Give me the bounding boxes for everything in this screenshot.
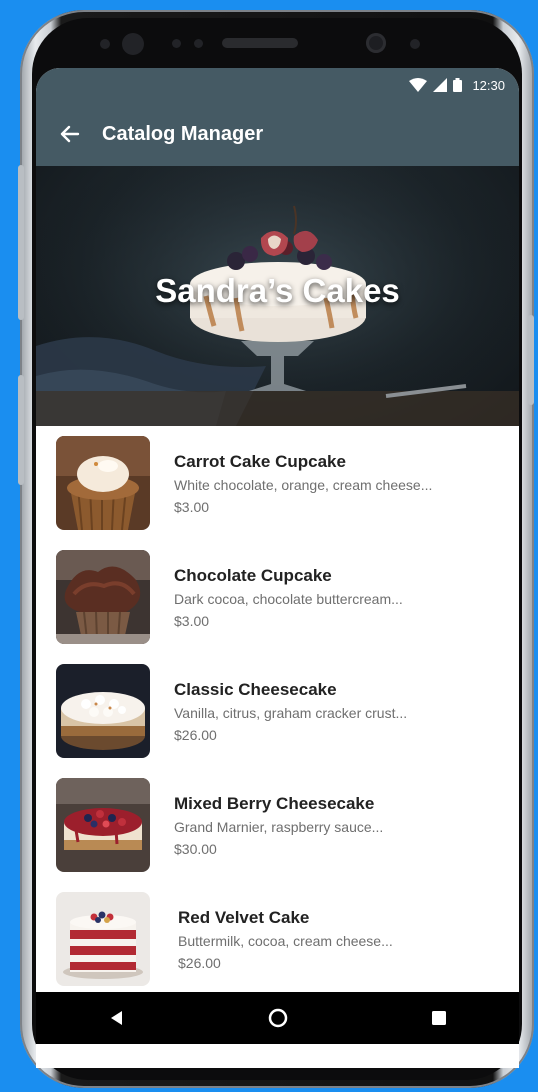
item-name: Chocolate Cupcake xyxy=(174,565,332,585)
item-price: $30.00 xyxy=(174,840,217,857)
sensor xyxy=(100,39,110,49)
signal-icon xyxy=(433,78,448,92)
shop-name: Sandra’s Cakes xyxy=(155,272,400,309)
item-image xyxy=(56,550,150,644)
iris-scanner xyxy=(366,33,386,53)
arrow-back-icon[interactable] xyxy=(58,123,80,145)
front-camera xyxy=(122,33,144,55)
item-description: Vanilla, citrus, graham cracker crust... xyxy=(174,704,408,721)
list-item[interactable]: Red Velvet Cake Buttermilk, cocoa, cream… xyxy=(36,882,519,996)
item-name: Red Velvet Cake xyxy=(178,907,310,927)
sensor xyxy=(172,39,181,48)
item-price: $26.00 xyxy=(178,954,221,971)
item-info: Carrot Cake Cupcake White chocolate, ora… xyxy=(174,452,432,515)
volume-button xyxy=(18,165,24,320)
power-button-right xyxy=(528,315,534,405)
app-bar: Catalog Manager xyxy=(36,102,519,166)
circle-home-icon[interactable] xyxy=(258,998,298,1038)
catalog-list: Carrot Cake Cupcake White chocolate, ora… xyxy=(36,426,519,996)
power-button-left xyxy=(18,375,24,485)
item-description: Buttermilk, cocoa, cream cheese... xyxy=(178,932,393,949)
earpiece-speaker xyxy=(222,38,298,48)
item-description: Grand Marnier, raspberry sauce... xyxy=(174,818,384,835)
wifi-icon xyxy=(409,78,428,92)
item-price: $26.00 xyxy=(174,726,217,743)
item-info: Red Velvet Cake Buttermilk, cocoa, cream… xyxy=(178,908,393,971)
item-name: Carrot Cake Cupcake xyxy=(174,451,346,471)
list-item[interactable]: Chocolate Cupcake Dark cocoa, chocolate … xyxy=(36,540,519,654)
battery-icon xyxy=(453,78,463,92)
sensor xyxy=(194,39,203,48)
page-title: Catalog Manager xyxy=(102,122,264,145)
list-item[interactable]: Classic Cheesecake Vanilla, citrus, grah… xyxy=(36,654,519,768)
sensor xyxy=(410,39,420,49)
list-item[interactable]: Mixed Berry Cheesecake Grand Marnier, ra… xyxy=(36,768,519,882)
item-image xyxy=(56,778,150,872)
item-price: $3.00 xyxy=(174,612,210,629)
item-price: $3.00 xyxy=(174,498,210,515)
status-bar: 12:30 xyxy=(36,68,519,102)
item-image xyxy=(56,892,150,986)
item-image xyxy=(56,664,150,758)
item-name: Classic Cheesecake xyxy=(174,679,337,699)
status-time: 12:30 xyxy=(472,77,505,93)
system-nav-bar xyxy=(36,992,519,1044)
square-recents-icon[interactable] xyxy=(419,998,459,1038)
list-item[interactable]: Carrot Cake Cupcake White chocolate, ora… xyxy=(36,426,519,540)
item-info: Classic Cheesecake Vanilla, citrus, grah… xyxy=(174,680,407,743)
item-info: Mixed Berry Cheesecake Grand Marnier, ra… xyxy=(174,794,383,857)
item-description: Dark cocoa, chocolate buttercream... xyxy=(174,590,403,607)
triangle-back-icon[interactable] xyxy=(97,998,137,1038)
hero-banner: Sandra’s Cakes xyxy=(36,166,519,426)
item-description: White chocolate, orange, cream cheese... xyxy=(174,476,433,493)
item-image xyxy=(56,436,150,530)
item-info: Chocolate Cupcake Dark cocoa, chocolate … xyxy=(174,566,403,629)
app-screen: 12:30 Catalog Manager Sandra’s Cakes Car… xyxy=(36,68,519,1068)
item-name: Mixed Berry Cheesecake xyxy=(174,793,375,813)
